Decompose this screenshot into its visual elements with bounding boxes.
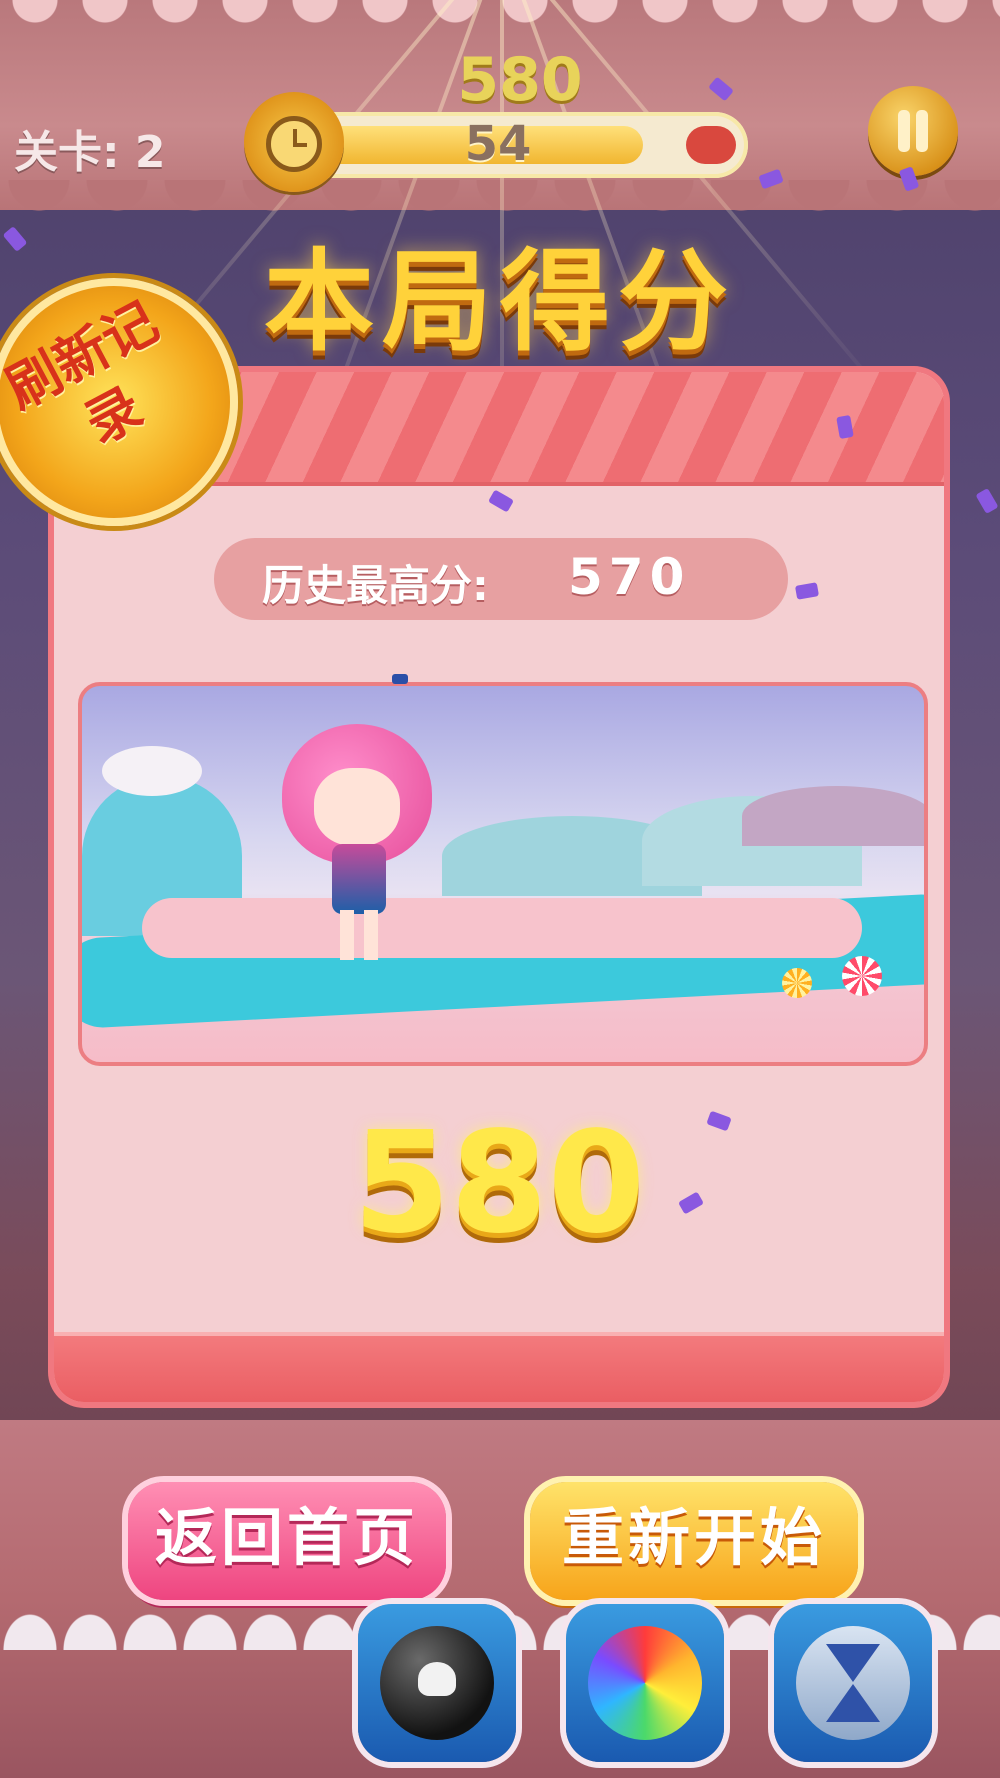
lollipop-icon xyxy=(842,956,882,996)
character-face xyxy=(314,768,400,846)
powerup-bomb[interactable] xyxy=(358,1604,516,1762)
restart-button[interactable]: 重新开始 xyxy=(530,1482,858,1600)
result-panel: 历史最高分: 570 580 xyxy=(54,372,944,1402)
back-home-button[interactable]: 返回首页 xyxy=(128,1482,446,1600)
candy-scene-image xyxy=(78,682,928,1066)
best-score-value: 570 xyxy=(568,548,691,606)
pause-bar xyxy=(916,110,928,152)
distant-mountain xyxy=(742,786,924,846)
best-score-pill: 历史最高分: 570 xyxy=(214,538,788,620)
confetti xyxy=(392,674,408,684)
confetti xyxy=(975,487,999,515)
lollipop-icon xyxy=(782,968,812,998)
final-score: 580 xyxy=(352,1102,646,1265)
character-legs xyxy=(340,910,378,960)
character-dress xyxy=(332,844,386,914)
rainbow-ball-icon xyxy=(588,1626,702,1740)
new-record-text: 刷新记录 xyxy=(0,289,169,457)
hourglass-icon xyxy=(796,1626,910,1740)
clock-face xyxy=(266,116,322,172)
alarm-clock-icon xyxy=(244,92,344,192)
top-score: 580 xyxy=(457,45,583,115)
powerup-rainbow[interactable] xyxy=(566,1604,724,1762)
powerup-hourglass[interactable] xyxy=(774,1604,932,1762)
panel-footer xyxy=(54,1332,944,1402)
pause-button[interactable] xyxy=(868,86,958,176)
whipped-cream xyxy=(102,746,202,796)
level-indicator: 关卡: 2 xyxy=(14,127,166,178)
bomb-icon xyxy=(380,1626,494,1740)
girl-character xyxy=(282,724,432,984)
new-record-badge: 刷新记录 xyxy=(0,278,238,526)
pink-bank xyxy=(142,898,862,958)
skull-icon xyxy=(418,1662,456,1696)
best-score-label: 历史最高分: xyxy=(262,561,489,610)
pause-bar xyxy=(898,110,910,152)
